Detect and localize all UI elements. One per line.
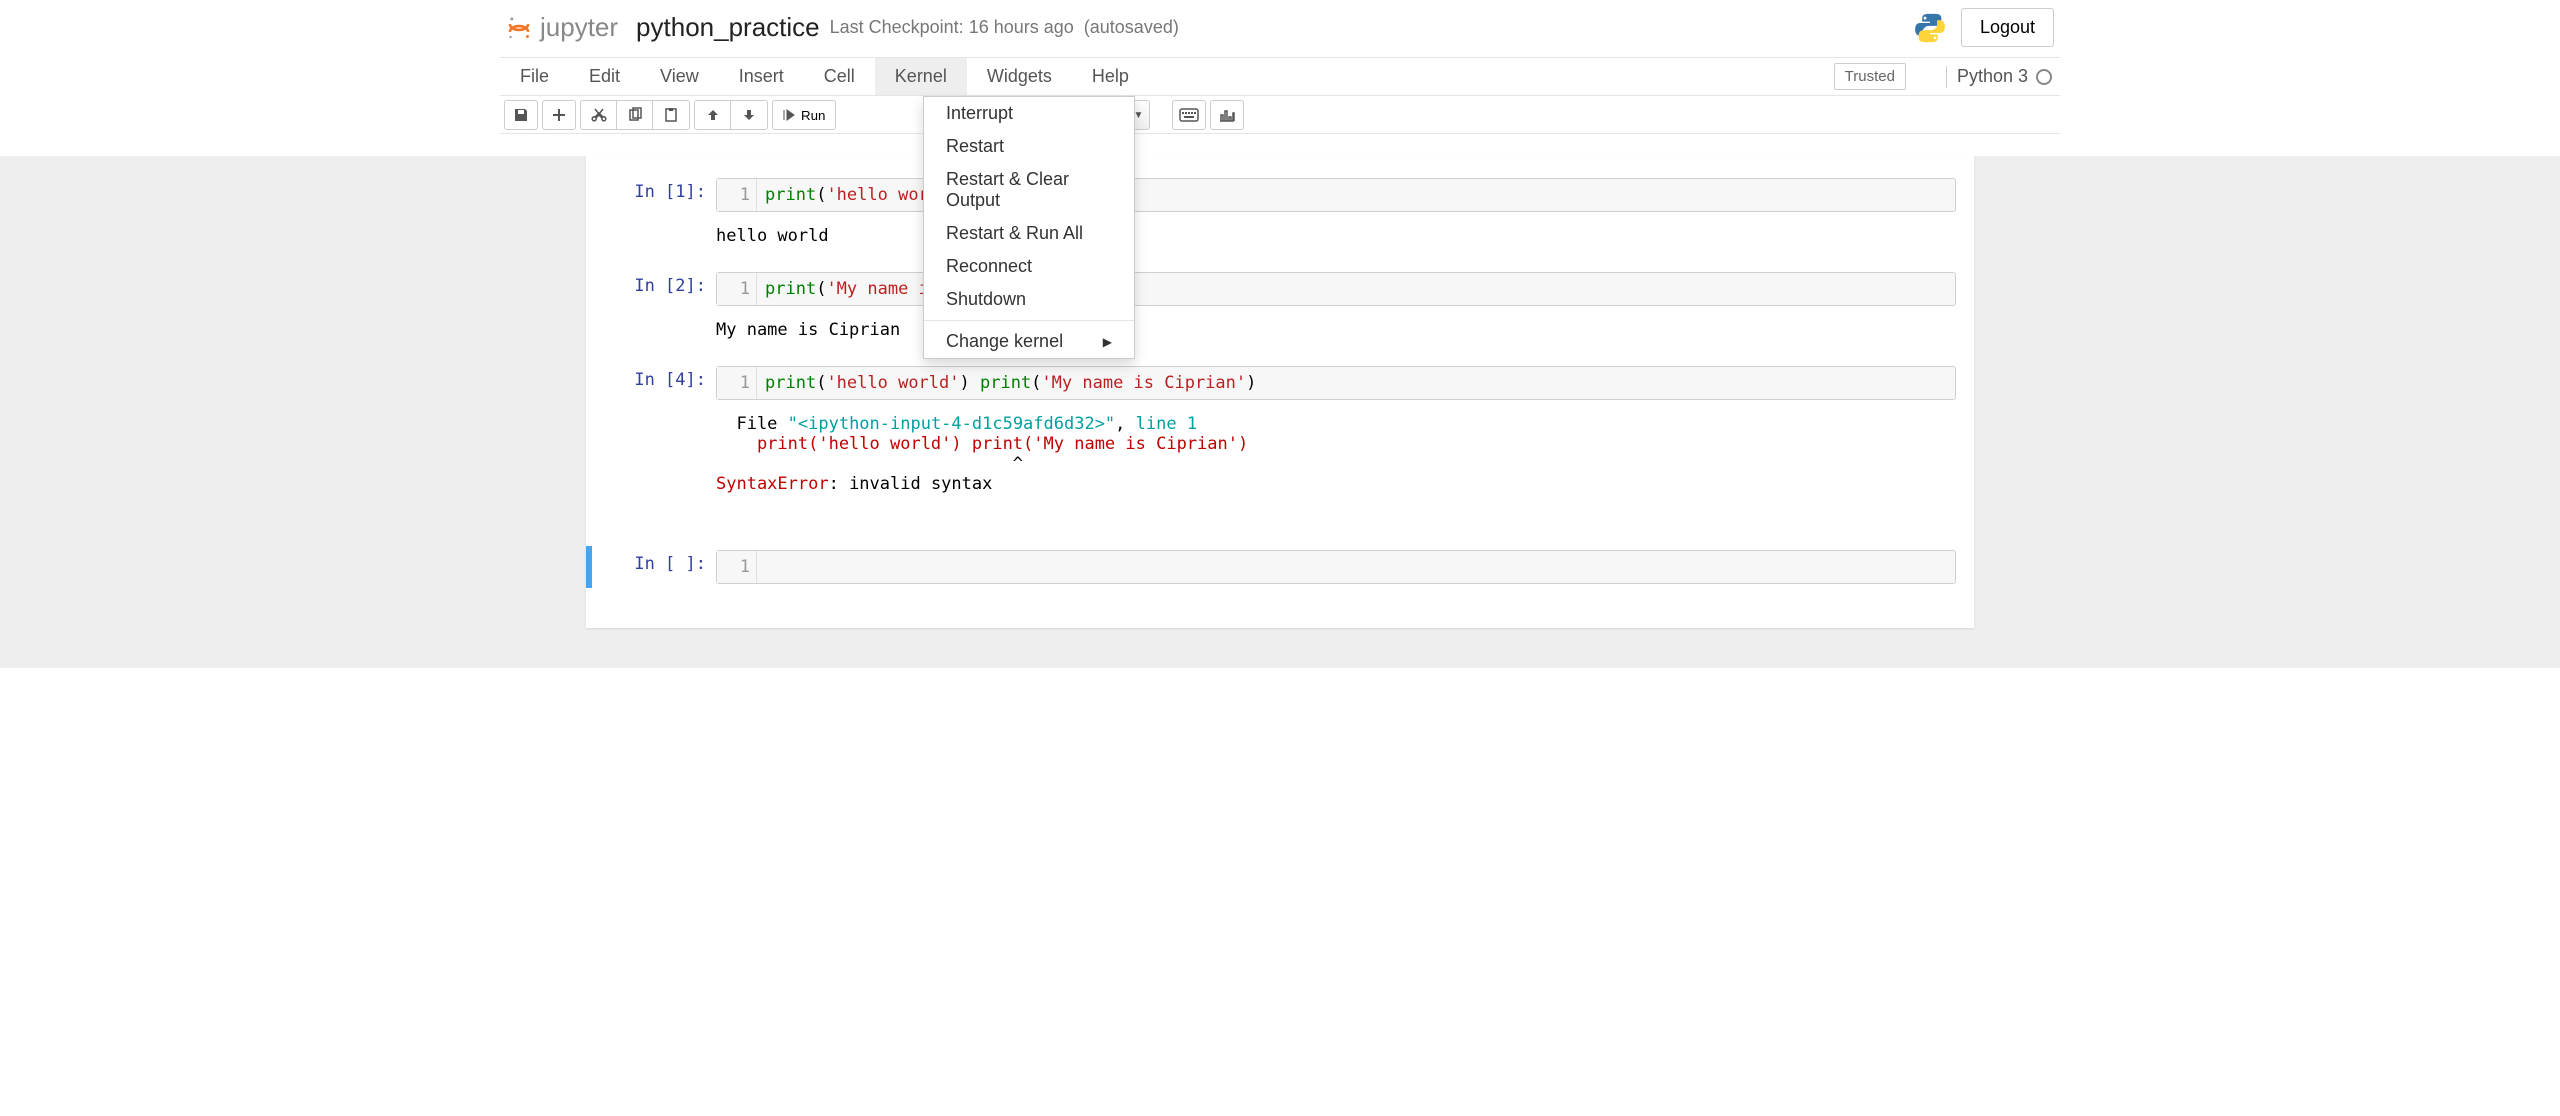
run-label: Run: [801, 108, 825, 123]
save-button[interactable]: [504, 100, 538, 130]
logout-button[interactable]: Logout: [1961, 8, 2054, 47]
menu-view[interactable]: View: [640, 58, 719, 95]
input-prompt: In [ ]:: [592, 550, 716, 584]
menu-insert[interactable]: Insert: [719, 58, 804, 95]
menubar: File Edit View Insert Cell Kernel Widget…: [500, 58, 2060, 96]
run-button[interactable]: Run: [773, 101, 835, 129]
jupyter-logo-icon: [506, 15, 532, 41]
notebook-container: In [1]: 1 print('hello world') hello wor…: [586, 156, 1974, 628]
cell[interactable]: In [4]: 1 print('hello world') print('My…: [586, 362, 1974, 516]
menu-help[interactable]: Help: [1072, 58, 1149, 95]
arrow-up-icon: [706, 108, 720, 122]
kernel-interrupt[interactable]: Interrupt: [924, 97, 1134, 130]
arrow-down-icon: [742, 108, 756, 122]
python-logo-icon: [1913, 11, 1947, 45]
kernel-name[interactable]: Python 3: [1957, 66, 2028, 87]
submenu-arrow-icon: ▶: [1103, 335, 1112, 349]
checkpoint-text: Last Checkpoint: 16 hours ago: [830, 17, 1074, 38]
move-up-button[interactable]: [695, 101, 731, 129]
toolbar: Run ▼: [500, 96, 2060, 134]
copy-icon: [627, 107, 643, 123]
move-group: [694, 100, 768, 130]
move-down-button[interactable]: [731, 101, 767, 129]
chart-button[interactable]: [1210, 100, 1244, 130]
caret-down-icon: ▼: [1134, 110, 1144, 121]
line-number: 1: [717, 179, 757, 211]
run-group: Run: [772, 100, 836, 130]
output-text: My name is Ciprian: [716, 310, 1956, 358]
menu-cell[interactable]: Cell: [804, 58, 875, 95]
menu-file[interactable]: File: [500, 58, 569, 95]
kernel-shutdown[interactable]: Shutdown: [924, 283, 1134, 316]
code-input[interactable]: 1 print('hello world') print('My name is…: [716, 366, 1956, 400]
paste-button[interactable]: [653, 101, 689, 129]
output-text: hello world: [716, 216, 1956, 264]
menu-edit[interactable]: Edit: [569, 58, 640, 95]
cell-selected[interactable]: In [ ]: 1: [586, 546, 1974, 588]
change-kernel-label: Change kernel: [946, 331, 1063, 352]
run-icon: [783, 109, 795, 121]
cut-button[interactable]: [581, 101, 617, 129]
kernel-change-kernel[interactable]: Change kernel ▶: [924, 325, 1134, 358]
kernel-restart-run-all[interactable]: Restart & Run All: [924, 217, 1134, 250]
menu-widgets[interactable]: Widgets: [967, 58, 1072, 95]
barchart-icon: [1219, 108, 1235, 122]
divider: [1946, 66, 1947, 88]
save-icon: [513, 107, 529, 123]
cell[interactable]: In [1]: 1 print('hello world') hello wor…: [586, 174, 1974, 268]
code-input[interactable]: 1: [716, 550, 1956, 584]
notebook-name[interactable]: python_practice: [636, 12, 820, 43]
input-prompt: In [1]:: [586, 178, 716, 212]
notebook-header: jupyter python_practice Last Checkpoint:…: [500, 0, 2060, 58]
kernel-restart[interactable]: Restart: [924, 130, 1134, 163]
keyboard-icon: [1179, 108, 1199, 122]
kernel-indicator-icon: [2036, 69, 2052, 85]
kernel-reconnect[interactable]: Reconnect: [924, 250, 1134, 283]
cut-copy-paste-group: [580, 100, 690, 130]
input-prompt: In [2]:: [586, 272, 716, 306]
line-number: 1: [717, 551, 757, 583]
copy-button[interactable]: [617, 101, 653, 129]
menu-kernel[interactable]: Kernel: [875, 58, 967, 95]
line-number: 1: [717, 367, 757, 399]
jupyter-brand: jupyter: [540, 12, 618, 43]
scissors-icon: [591, 107, 607, 123]
trusted-badge[interactable]: Trusted: [1834, 63, 1906, 90]
code-input[interactable]: 1 print('My name is Ciprian'): [716, 272, 1956, 306]
line-number: 1: [717, 273, 757, 305]
input-prompt: In [4]:: [586, 366, 716, 400]
plus-icon: [552, 108, 566, 122]
error-output: File "<ipython-input-4-d1c59afd6d32>", l…: [716, 404, 1956, 512]
code-input[interactable]: 1 print('hello world'): [716, 178, 1956, 212]
paste-icon: [663, 107, 679, 123]
cell[interactable]: In [2]: 1 print('My name is Ciprian') My…: [586, 268, 1974, 362]
kernel-restart-clear[interactable]: Restart & Clear Output: [924, 163, 1134, 217]
add-cell-button[interactable]: [542, 100, 576, 130]
dropdown-divider: [924, 320, 1134, 321]
kernel-dropdown: Interrupt Restart Restart & Clear Output…: [923, 96, 1135, 359]
autosaved-text: (autosaved): [1084, 17, 1179, 38]
command-palette-button[interactable]: [1172, 100, 1206, 130]
